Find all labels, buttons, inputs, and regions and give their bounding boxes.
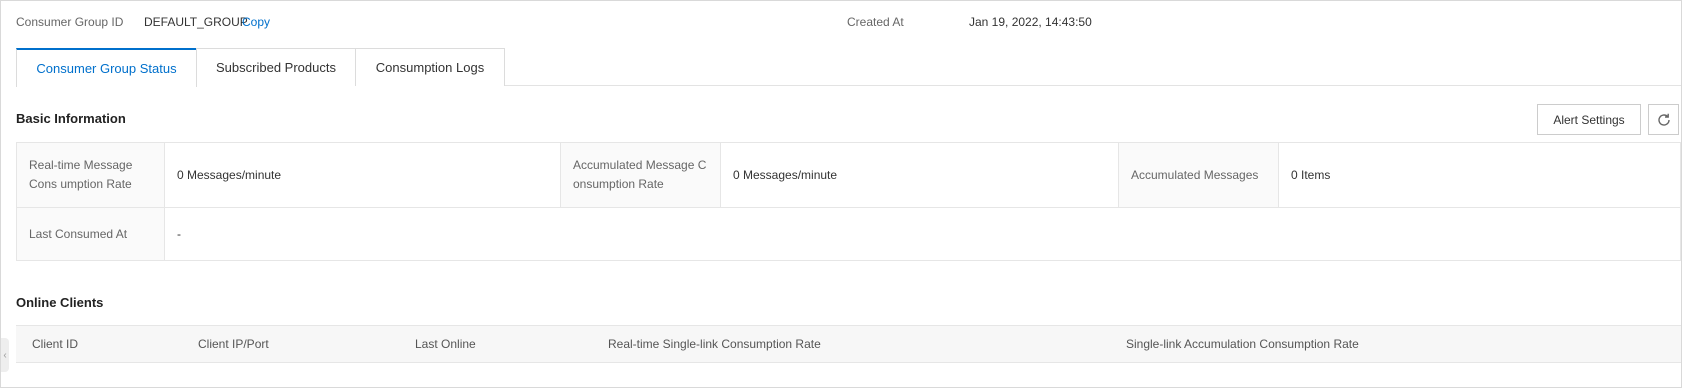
group-header: Consumer Group ID DEFAULT_GROUP Copy Cre… bbox=[16, 15, 1681, 31]
consumer-group-value: DEFAULT_GROUP bbox=[144, 15, 248, 29]
basic-information-title: Basic Information bbox=[16, 111, 126, 126]
refresh-button[interactable] bbox=[1648, 104, 1679, 135]
accumulated-messages-value: 0 Items bbox=[1279, 143, 1680, 208]
created-at-value: Jan 19, 2022, 14:43:50 bbox=[969, 15, 1092, 29]
tab-bar: Consumer Group Status Subscribed Product… bbox=[16, 48, 1681, 87]
page-frame: Consumer Group ID DEFAULT_GROUP Copy Cre… bbox=[0, 0, 1682, 388]
tab-consumer-group-status[interactable]: Consumer Group Status bbox=[16, 48, 197, 87]
basic-information-grid: Real-time Message Cons umption Rate 0 Me… bbox=[16, 142, 1681, 261]
alert-settings-button[interactable]: Alert Settings bbox=[1537, 104, 1641, 135]
column-client-ip-port[interactable]: Client IP/Port bbox=[198, 326, 269, 362]
copy-link[interactable]: Copy bbox=[242, 15, 270, 29]
realtime-rate-label: Real-time Message Cons umption Rate bbox=[17, 143, 165, 208]
consumer-group-label: Consumer Group ID bbox=[16, 15, 124, 29]
online-clients-table-header: Client ID Client IP/Port Last Online Rea… bbox=[16, 325, 1681, 363]
accumulated-rate-label: Accumulated Message C onsumption Rate bbox=[561, 143, 721, 208]
chevron-left-icon: ‹ bbox=[3, 349, 7, 361]
column-last-online[interactable]: Last Online bbox=[415, 326, 476, 362]
last-consumed-value: - bbox=[165, 208, 1680, 260]
collapse-handle[interactable]: ‹ bbox=[1, 338, 9, 372]
column-single-link-accumulation-rate[interactable]: Single-link Accumulation Consumption Rat… bbox=[1126, 326, 1359, 362]
tab-subscribed-products[interactable]: Subscribed Products bbox=[196, 48, 356, 86]
column-realtime-single-link-rate[interactable]: Real-time Single-link Consumption Rate bbox=[608, 326, 821, 362]
refresh-icon bbox=[1657, 113, 1670, 126]
accumulated-rate-value: 0 Messages/minute bbox=[721, 143, 1119, 208]
tab-consumption-logs[interactable]: Consumption Logs bbox=[355, 48, 505, 86]
column-client-id[interactable]: Client ID bbox=[32, 326, 78, 362]
last-consumed-label: Last Consumed At bbox=[17, 208, 165, 260]
online-clients-title: Online Clients bbox=[16, 295, 104, 310]
created-at-label: Created At bbox=[847, 15, 904, 29]
realtime-rate-value: 0 Messages/minute bbox=[165, 143, 561, 208]
accumulated-messages-label: Accumulated Messages bbox=[1119, 143, 1279, 208]
